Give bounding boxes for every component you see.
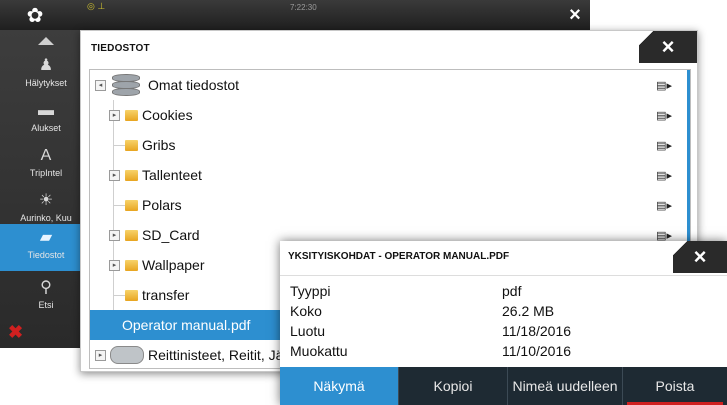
divider <box>280 275 727 276</box>
sidebar: ♟ Hälytykset ▬ Alukset A TripIntel ☀ Aur… <box>0 30 92 348</box>
sidebar-item-label: Aurinko, Kuu <box>20 213 72 223</box>
detail-value: pdf <box>502 283 522 299</box>
tree-item-label: Reittinisteet, Reitit, Jäliet <box>148 347 302 363</box>
folder-icon <box>125 170 138 181</box>
detail-value: 11/10/2016 <box>502 343 572 359</box>
dialog-title: TIEDOSTOT <box>91 43 150 54</box>
sidebar-item-files[interactable]: ▰ Tiedostot <box>0 224 92 271</box>
details-dialog: YKSITYISKOHDAT - OPERATOR MANUAL.PDF × T… <box>280 241 727 405</box>
close-x-icon[interactable]: ✖ <box>8 322 23 343</box>
detail-key: Koko <box>290 303 322 319</box>
sidebar-item-search[interactable]: ⚲ Etsi <box>0 274 92 319</box>
close-dialog-button[interactable]: × <box>639 31 697 63</box>
sidebar-item-tripintel[interactable]: A TripIntel <box>0 142 92 187</box>
expand-toggle[interactable]: ▸ <box>109 260 120 271</box>
folder-icon <box>125 230 138 241</box>
context-menu-icon[interactable]: ▤▸ <box>656 169 672 182</box>
detail-key: Tyyppi <box>290 283 331 299</box>
folder-icon <box>125 140 138 151</box>
expand-toggle[interactable]: ▸ <box>109 110 120 121</box>
clock: 7:22:30 <box>290 3 317 12</box>
close-details-button[interactable]: × <box>673 241 727 273</box>
folder-icon <box>125 200 138 211</box>
sidebar-item-label: TripIntel <box>29 168 63 178</box>
tree-item-label: Tallenteet <box>142 167 202 183</box>
search-icon: ⚲ <box>40 279 52 296</box>
tripintel-icon: A <box>40 147 52 164</box>
detail-key: Luotu <box>290 323 326 339</box>
tree-item-label: Polars <box>142 197 182 213</box>
storage-icon <box>112 74 140 96</box>
detail-key: Muokattu <box>290 343 348 359</box>
expand-toggle[interactable]: ▸ <box>109 170 120 181</box>
tree-item-tallenteet[interactable]: ▸ Tallenteet ▤▸ <box>90 160 686 190</box>
view-button[interactable]: Näkymä <box>280 367 399 405</box>
gps-status-icon: ◎ ⊥ <box>87 1 106 11</box>
detail-value: 26.2 MB <box>502 303 555 319</box>
tree-item-label: transfer <box>142 287 190 303</box>
detail-value: 11/18/2016 <box>502 323 572 339</box>
delete-button[interactable]: Poista <box>623 367 727 405</box>
sidebar-item-label: Hälytykset <box>25 78 67 88</box>
sidebar-item-label: Alukset <box>31 123 61 133</box>
tree-item-label: Cookies <box>142 107 193 123</box>
tree-item-label: Operator manual.pdf <box>122 317 251 333</box>
tree-item-label: Wallpaper <box>142 257 205 273</box>
expand-toggle[interactable]: ▸ <box>95 350 106 361</box>
tree-item-label: Omat tiedostot <box>148 77 240 93</box>
context-menu-icon[interactable]: ▤▸ <box>656 199 672 212</box>
rename-button[interactable]: Nimeä uudelleen <box>508 367 623 405</box>
expand-toggle[interactable]: ▸ <box>109 230 120 241</box>
folder-icon <box>125 110 138 121</box>
tree-item-gribs[interactable]: Gribs ▤▸ <box>90 130 686 160</box>
tree-item-label: SD_Card <box>142 227 200 243</box>
context-menu-icon[interactable]: ▤▸ <box>656 109 672 122</box>
folder-icon: ▰ <box>39 229 53 246</box>
status-bar: ✿ ◎ ⊥ 7:22:30 × <box>0 0 590 30</box>
sidebar-item-vessels[interactable]: ▬ Alukset <box>0 97 92 142</box>
tree-item-label: Gribs <box>142 137 176 153</box>
folder-icon <box>125 260 138 271</box>
close-icon[interactable]: × <box>555 3 595 27</box>
action-bar: Näkymä Kopioi Nimeä uudelleen Poista <box>280 367 727 405</box>
sun-moon-icon: ☀ <box>38 192 54 209</box>
routes-icon <box>110 346 144 364</box>
sidebar-item-label: Etsi <box>38 300 54 310</box>
context-menu-icon[interactable]: ▤▸ <box>656 79 672 92</box>
scroll-up-icon[interactable] <box>38 32 54 45</box>
bell-icon: ♟ <box>38 57 54 74</box>
sidebar-item-label: Tiedostot <box>27 250 65 260</box>
vessels-icon: ▬ <box>38 102 54 119</box>
details-title: YKSITYISKOHDAT - OPERATOR MANUAL.PDF <box>288 251 510 262</box>
context-menu-icon[interactable]: ▤▸ <box>656 139 672 152</box>
copy-button[interactable]: Kopioi <box>399 367 508 405</box>
tree-item-polars[interactable]: Polars ▤▸ <box>90 190 686 220</box>
folder-icon <box>125 290 138 301</box>
tree-item-cookies[interactable]: ▸ Cookies ▤▸ <box>90 100 686 130</box>
tree-root[interactable]: ◂ Omat tiedostot ▤▸ <box>90 70 686 100</box>
sidebar-item-alarms[interactable]: ♟ Hälytykset <box>0 52 92 97</box>
collapse-toggle[interactable]: ◂ <box>95 80 106 91</box>
gear-icon[interactable]: ✿ <box>0 0 70 30</box>
